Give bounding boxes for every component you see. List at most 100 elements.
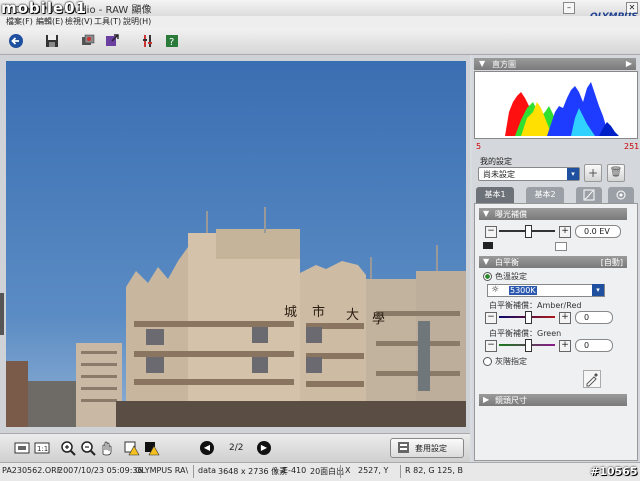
white-balance-section-header[interactable]: ▼ 白平衡 [自動]	[479, 256, 627, 268]
tab-basic2[interactable]: 基本2	[526, 187, 564, 203]
color-temp-radio[interactable]	[483, 272, 492, 281]
status-data-label: data	[198, 466, 217, 475]
amber-value-field[interactable]: 0	[575, 311, 613, 324]
amber-red-label: 白平衡補償：Amber/Red	[489, 301, 582, 310]
svg-text:大: 大	[346, 308, 359, 323]
svg-text:1:1: 1:1	[37, 445, 48, 453]
preset-select[interactable]: 尚未設定 ▾	[478, 167, 580, 181]
status-bar: PA230562.ORF 2007/10/23 05:09:36 OLYMPUS…	[0, 462, 640, 481]
help-icon[interactable]: ?	[164, 33, 180, 49]
main-toolbar: ?	[0, 28, 640, 55]
exposure-slider[interactable]: − +	[485, 225, 571, 238]
status-x-label: X	[345, 466, 351, 475]
amber-slider-knob[interactable]	[525, 311, 532, 324]
tab-lens[interactable]	[608, 187, 634, 203]
svg-text:學: 學	[372, 312, 385, 327]
save-icon[interactable]	[44, 33, 60, 49]
gray-point-label: 灰階指定	[495, 357, 527, 366]
exposure-increase-button[interactable]: +	[559, 226, 571, 238]
svg-text:市: 市	[312, 304, 325, 320]
chevron-down-icon: ▾	[592, 284, 604, 296]
white-balance-auto-badge: [自動]	[600, 258, 623, 267]
curve-icon	[583, 189, 595, 201]
apply-settings-icon	[398, 442, 409, 453]
exposure-title: 曝光補償	[495, 210, 527, 219]
watermark-logo: mobile01	[1, 0, 88, 17]
previous-image-button[interactable]: ◀	[200, 441, 214, 455]
fit-screen-icon[interactable]	[14, 440, 30, 456]
green-slider[interactable]: − +	[485, 339, 571, 352]
amber-increase-button[interactable]: +	[559, 312, 571, 324]
minimize-button[interactable]: –	[563, 2, 575, 14]
menu-help[interactable]: 說明(H)	[123, 16, 151, 27]
exposure-value: 0.0 EV	[584, 227, 610, 236]
svg-text:?: ?	[169, 37, 174, 48]
lens-icon	[616, 190, 626, 200]
delete-preset-button[interactable]: 🗑	[607, 164, 625, 182]
menu-bar: 檔案(F) 編輯(E) 檢視(V) 工具(T) 說明(H)	[0, 16, 640, 28]
green-value-field[interactable]: 0	[575, 339, 613, 352]
export-icon[interactable]	[104, 33, 120, 49]
preset-label: 我的設定	[480, 157, 512, 166]
next-image-button[interactable]: ▶	[257, 441, 271, 455]
exposure-decrease-button[interactable]: −	[485, 226, 497, 238]
menu-edit[interactable]: 編輯(E)	[36, 16, 63, 27]
tab-basic1-panel: ▼ 曝光補償 − + 0.0 EV ▼ 白平衡 [自動] 色溫設定 ☼ 5300…	[474, 203, 638, 461]
eyedropper-icon	[586, 373, 598, 387]
histogram-graph	[474, 71, 638, 139]
color-temp-value: 5300K	[509, 286, 537, 295]
histogram-header[interactable]: ▼ 直方圖 ▶	[474, 58, 636, 70]
green-label: 白平衡補償：Green	[489, 329, 562, 338]
title-bar: OLYMPUS Studio - RAW 顯像 mobile01 – ✕ OLY…	[0, 0, 640, 22]
preset-value: 尚未設定	[483, 170, 515, 179]
settings-tabs: 基本1 基本2	[474, 187, 636, 203]
highlight-warning-icon[interactable]	[124, 440, 140, 456]
status-dimensions: 3648 x 2736 像素	[218, 467, 288, 476]
tab-curve[interactable]	[576, 187, 602, 203]
menu-file[interactable]: 檔案(F)	[6, 16, 33, 27]
status-coords: 2527, Y	[358, 466, 389, 475]
zoom-in-icon[interactable]	[60, 440, 76, 456]
status-model: E-410	[283, 466, 307, 475]
side-panel-handle[interactable]	[0, 293, 4, 335]
green-slider-knob[interactable]	[525, 339, 532, 352]
apply-settings-label: 套用設定	[415, 444, 447, 453]
exposure-value-field[interactable]: 0.0 EV	[575, 225, 621, 238]
histogram-min: 5	[476, 142, 482, 151]
menu-tools[interactable]: 工具(T)	[94, 16, 121, 27]
exposure-section-header[interactable]: ▼ 曝光補償	[479, 208, 627, 220]
sun-icon: ☼	[491, 285, 500, 295]
shadow-warning-icon[interactable]	[144, 440, 160, 456]
photo-preview[interactable]: 城 市 大 學	[6, 61, 466, 427]
menu-view[interactable]: 檢視(V)	[65, 16, 93, 27]
back-arrow-icon[interactable]	[8, 33, 24, 49]
green-value: 0	[584, 341, 590, 350]
right-panel: ▼ 直方圖 ▶ 5 251 我的設定 尚未設定 ▾ + 🗑 基本1 基本2 ▼ …	[472, 55, 640, 462]
zoom-out-icon[interactable]	[80, 440, 96, 456]
lens-size-title: 鏡頭尺寸	[495, 396, 527, 405]
amber-red-slider[interactable]: − +	[485, 311, 571, 324]
black-clip-swatch	[483, 242, 493, 249]
tools-icon[interactable]	[140, 33, 156, 49]
image-viewer: 城 市 大 學	[0, 55, 470, 433]
tab-basic1[interactable]: 基本1	[476, 187, 514, 203]
add-preset-button[interactable]: +	[584, 164, 602, 182]
gray-point-radio[interactable]	[483, 357, 492, 366]
histogram-title: 直方圖	[492, 60, 516, 69]
status-rgb: R 82, G 125, B	[405, 466, 463, 475]
green-decrease-button[interactable]: −	[485, 340, 497, 352]
amber-decrease-button[interactable]: −	[485, 312, 497, 324]
chevron-down-icon: ▾	[567, 168, 579, 180]
lens-size-section-header[interactable]: ▶ 鏡頭尺寸	[479, 394, 627, 406]
hand-tool-icon[interactable]	[98, 440, 114, 456]
eyedropper-button[interactable]	[583, 370, 601, 388]
exposure-slider-knob[interactable]	[525, 225, 532, 238]
actual-size-icon[interactable]: 1:1	[34, 440, 50, 456]
viewer-toolbar: 1:1 ◀ 2/2 ▶ 套用設定	[0, 433, 470, 462]
apply-settings-button[interactable]: 套用設定	[390, 438, 464, 458]
color-temp-select[interactable]: ☼ 5300K ▾	[487, 284, 605, 297]
batch-develop-icon[interactable]	[80, 33, 96, 49]
svg-text:城: 城	[284, 305, 297, 320]
page-indicator: 2/2	[229, 443, 244, 453]
green-increase-button[interactable]: +	[559, 340, 571, 352]
